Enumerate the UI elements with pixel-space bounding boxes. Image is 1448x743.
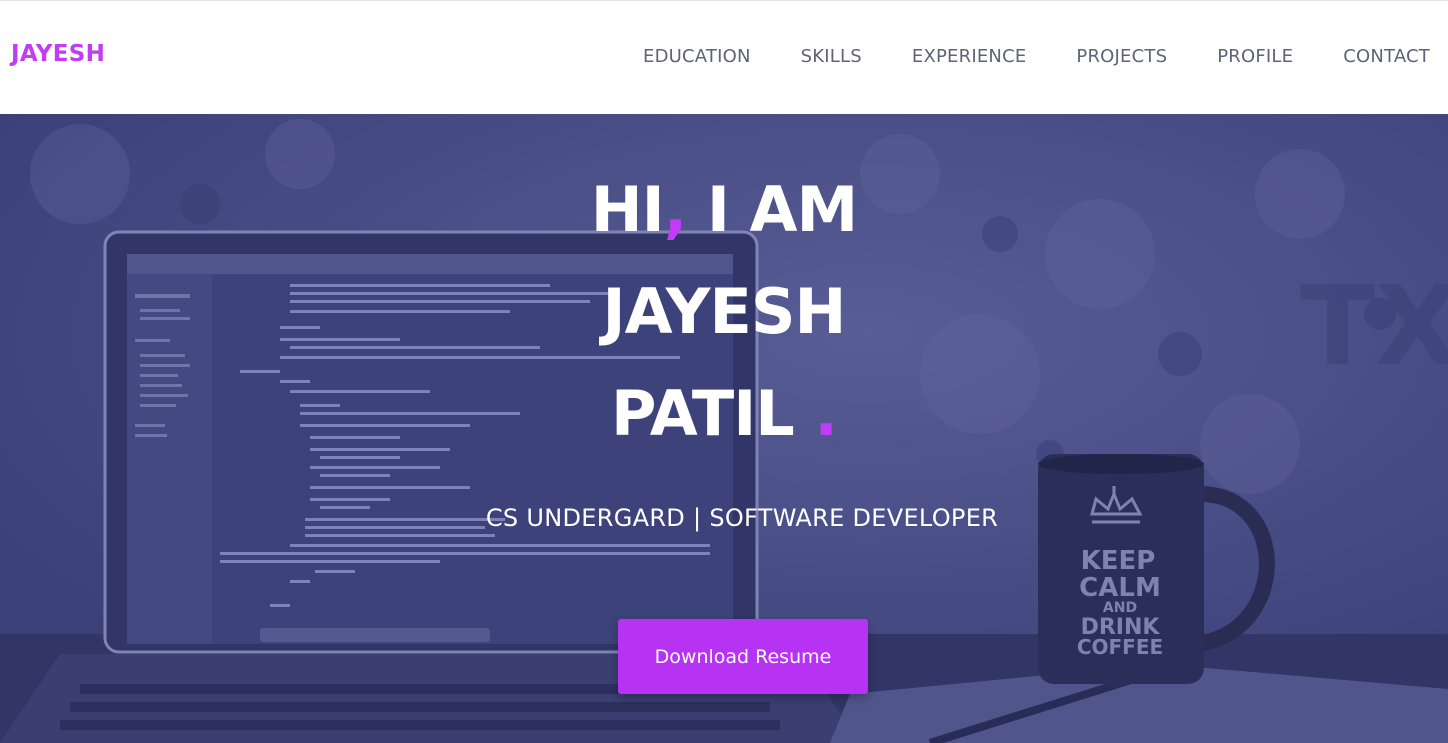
accent-period: . bbox=[814, 377, 838, 450]
nav-link-skills[interactable]: SKILLS bbox=[801, 46, 862, 67]
nav-link-projects[interactable]: PROJECTS bbox=[1076, 46, 1167, 67]
hero-title: HI, I AM JAYESH PATIL . bbox=[0, 159, 1448, 465]
hero-greeting: HI, I AM bbox=[590, 173, 858, 246]
hero-subtitle: CS UNDERGARD | SOFTWARE DEVELOPER bbox=[485, 504, 999, 532]
brand-logo[interactable]: JAYESH bbox=[11, 41, 105, 67]
hero-section: TX KEEP CALM AND DRINK COFFEE HI, I AM J… bbox=[0, 114, 1448, 743]
nav-link-experience[interactable]: EXPERIENCE bbox=[912, 46, 1027, 67]
hero-last-name: PATIL . bbox=[611, 377, 838, 450]
nav-menu: EDUCATION SKILLS EXPERIENCE PROJECTS PRO… bbox=[643, 46, 1430, 67]
hero-first-name: JAYESH bbox=[602, 275, 847, 348]
download-resume-button[interactable]: Download Resume bbox=[618, 619, 868, 694]
nav-link-education[interactable]: EDUCATION bbox=[643, 46, 751, 67]
accent-comma: , bbox=[663, 173, 688, 246]
nav-link-contact[interactable]: CONTACT bbox=[1343, 46, 1430, 67]
nav-link-profile[interactable]: PROFILE bbox=[1217, 46, 1293, 67]
navbar: JAYESH EDUCATION SKILLS EXPERIENCE PROJE… bbox=[0, 0, 1448, 114]
